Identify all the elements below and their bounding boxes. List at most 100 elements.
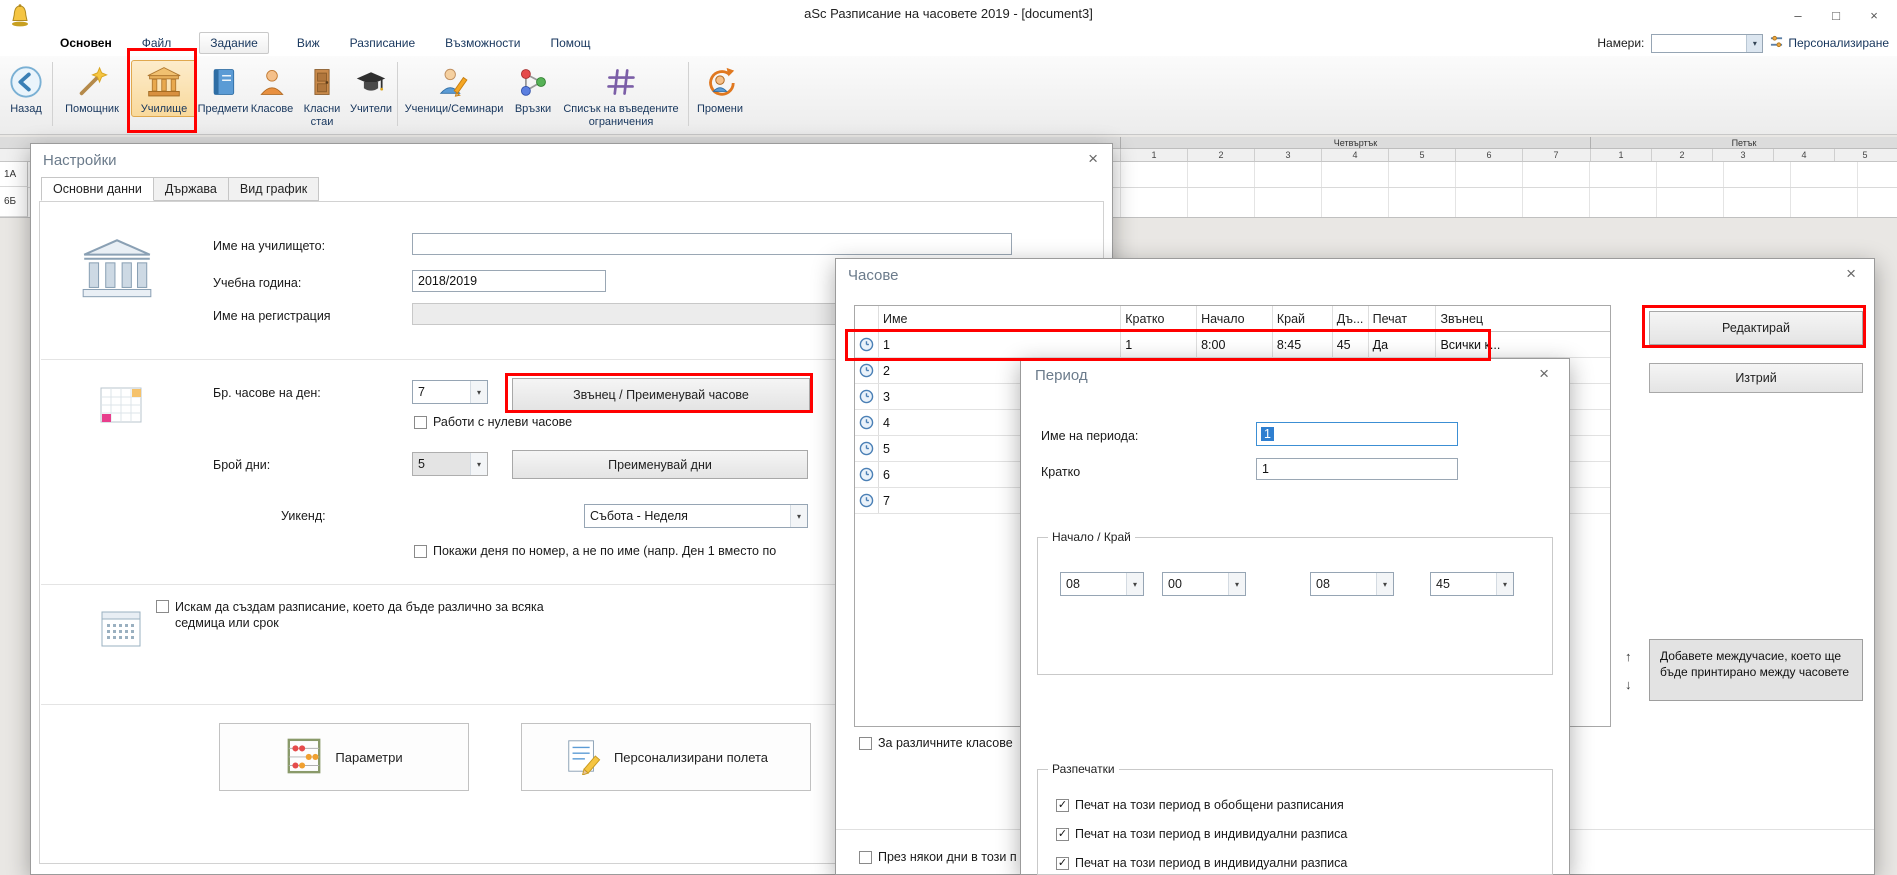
- column-header[interactable]: Звънец: [1436, 306, 1610, 331]
- weekend-label: Уикенд:: [281, 509, 326, 523]
- toolbar-teachers-button[interactable]: Учители: [349, 60, 393, 117]
- toolbar-links-button[interactable]: Връзки: [510, 60, 556, 117]
- delete-button[interactable]: Изтрий: [1649, 363, 1863, 393]
- start-minute-select[interactable]: 00 ▾: [1162, 572, 1246, 596]
- menu-tab-file[interactable]: Файл: [140, 33, 174, 53]
- printouts-group-label: Разпечатки: [1048, 762, 1119, 776]
- toolbar-constraints-list-button[interactable]: Списък на въведените ограничения: [558, 60, 684, 130]
- toolbar-classrooms-button[interactable]: Класни стаи: [297, 60, 347, 130]
- toolbar-changes-button[interactable]: Промени: [691, 60, 749, 117]
- print-individual-checkbox-2[interactable]: ✓ Печат на този период в индивидуални ра…: [1056, 856, 1347, 870]
- settings-tab-schedule-type[interactable]: Вид график: [228, 177, 319, 201]
- toolbar-back-button[interactable]: Назад: [4, 60, 48, 117]
- hours-close-icon[interactable]: ×: [1846, 265, 1856, 282]
- period-number-cell: 2: [1651, 149, 1712, 161]
- period-number-cell: 1: [1120, 149, 1187, 161]
- weekly-different-checkbox[interactable]: Искам да създам разписание, което да бъд…: [156, 599, 586, 632]
- toolbar-classes-button[interactable]: Класове: [249, 60, 295, 117]
- day-header-thursday: Четвъртък: [1120, 137, 1590, 149]
- abacus-icon: [285, 737, 323, 778]
- menu-tab-task[interactable]: Задание: [199, 32, 269, 54]
- add-break-note[interactable]: Добавете междучасие, което ще бъде принт…: [1649, 639, 1863, 701]
- column-header[interactable]: Начало: [1197, 306, 1273, 331]
- door-icon: [306, 63, 338, 101]
- checkbox-check-icon: ✓: [1056, 799, 1069, 812]
- registration-name-label: Име на регистрация: [213, 309, 331, 323]
- toolbar-button-label: Помощник: [65, 103, 119, 116]
- print-summary-checkbox[interactable]: ✓ Печат на този период в обобщени разпис…: [1056, 798, 1344, 812]
- period-number-cell: 4: [1321, 149, 1388, 161]
- parameters-button[interactable]: Параметри: [219, 723, 469, 791]
- day-number-checkbox[interactable]: Покажи деня по номер, а не по име (напр.…: [414, 544, 776, 558]
- period-close-icon[interactable]: ×: [1539, 365, 1549, 382]
- period-bell-cell: Всички к...: [1436, 332, 1610, 357]
- menu-tab-help[interactable]: Помощ: [548, 33, 592, 53]
- end-hour-select[interactable]: 08 ▾: [1310, 572, 1394, 596]
- column-header[interactable]: Печат: [1369, 306, 1437, 331]
- hours-per-day-select[interactable]: 7 ▾: [412, 380, 488, 404]
- toolbar-button-label: Учители: [350, 103, 392, 116]
- toolbar-separator: [688, 62, 689, 126]
- personalize-button[interactable]: Персонализиране: [1770, 35, 1889, 51]
- chevron-down-icon: ▾: [1496, 573, 1513, 595]
- print-individual-checkbox[interactable]: ✓ Печат на този период в индивидуални ра…: [1056, 827, 1347, 841]
- minimize-icon[interactable]: –: [1779, 0, 1817, 30]
- school-name-input[interactable]: [412, 233, 1012, 255]
- zero-hours-checkbox[interactable]: Работи с нулеви часове: [414, 415, 572, 429]
- notebook-icon: [207, 63, 239, 101]
- menu-tab-schedule[interactable]: Разписание: [348, 33, 418, 53]
- toolbar-separator: [52, 62, 53, 126]
- end-minute-select[interactable]: 45 ▾: [1430, 572, 1514, 596]
- custom-fields-button[interactable]: Персонализирани полета: [521, 723, 811, 791]
- move-down-icon[interactable]: ↓: [1625, 677, 1632, 692]
- column-header[interactable]: Име: [879, 306, 1121, 331]
- toolbar-button-label: Списък на въведените ограничения: [559, 103, 683, 129]
- find-label: Намери:: [1597, 36, 1644, 50]
- settings-close-icon[interactable]: ×: [1088, 150, 1098, 167]
- toolbar-subjects-button[interactable]: Предмети: [199, 60, 247, 117]
- maximize-icon[interactable]: □: [1817, 0, 1855, 30]
- column-header[interactable]: Кратко: [1121, 306, 1197, 331]
- chevron-down-icon: ▾: [1126, 573, 1143, 595]
- rename-days-button[interactable]: Преименувай дни: [512, 450, 808, 479]
- magic-wand-icon: [75, 63, 109, 101]
- column-header[interactable]: Край: [1273, 306, 1333, 331]
- period-number-cell: 3: [1712, 149, 1773, 161]
- selected-text: 1: [1261, 427, 1274, 441]
- table-row[interactable]: 1 1 8:00 8:45 45 Да Всички к...: [855, 332, 1610, 358]
- toolbar-students-seminars-button[interactable]: Ученици/Семинари: [400, 60, 508, 117]
- period-number-cell: 5: [1834, 149, 1895, 161]
- school-columns-icon: [76, 237, 158, 304]
- personalize-icon: [1770, 35, 1783, 51]
- days-count-select[interactable]: 5 ▾: [412, 452, 488, 476]
- period-start-cell: 8:00: [1197, 332, 1273, 357]
- chevron-down-icon[interactable]: ▾: [1746, 35, 1762, 52]
- bell-rename-hours-button[interactable]: Звънец / Преименувай часове: [512, 378, 810, 411]
- period-short-input[interactable]: [1256, 458, 1458, 480]
- menu-tab-view[interactable]: Виж: [295, 33, 322, 53]
- menu-tab-options[interactable]: Възможности: [443, 33, 522, 53]
- find-input[interactable]: ▾: [1651, 34, 1763, 53]
- toolbar-assistant-button[interactable]: Помощник: [55, 60, 129, 117]
- start-hour-select[interactable]: 08 ▾: [1060, 572, 1144, 596]
- settings-tab-basic-data[interactable]: Основни данни: [41, 177, 154, 201]
- column-header[interactable]: Дъ...: [1333, 306, 1369, 331]
- document-pencil-icon: [564, 737, 602, 778]
- menu-tab-main[interactable]: Основен: [58, 33, 114, 53]
- different-classes-checkbox[interactable]: За различните класове: [859, 736, 1013, 750]
- weekend-select[interactable]: Събота - Неделя ▾: [584, 504, 808, 528]
- toolbar-school-button[interactable]: Училище: [131, 60, 197, 117]
- some-days-checkbox[interactable]: През някои дни в този п: [859, 850, 1017, 864]
- school-building-icon: [146, 63, 182, 101]
- settings-tab-country[interactable]: Държава: [153, 177, 229, 201]
- period-number-cell: 6: [1455, 149, 1522, 161]
- period-name-input[interactable]: 1: [1256, 422, 1458, 446]
- ribbon-toolbar: Назад Помощник Училище Предмети Класове …: [0, 56, 1897, 135]
- edit-button[interactable]: Редактирай: [1649, 311, 1863, 345]
- period-number-cell: 7: [1522, 149, 1589, 161]
- school-year-input[interactable]: [412, 270, 606, 292]
- close-icon[interactable]: ×: [1855, 0, 1893, 30]
- period-number-cell: 4: [1773, 149, 1834, 161]
- move-up-icon[interactable]: ↑: [1625, 649, 1632, 664]
- checkbox-box: [156, 600, 169, 613]
